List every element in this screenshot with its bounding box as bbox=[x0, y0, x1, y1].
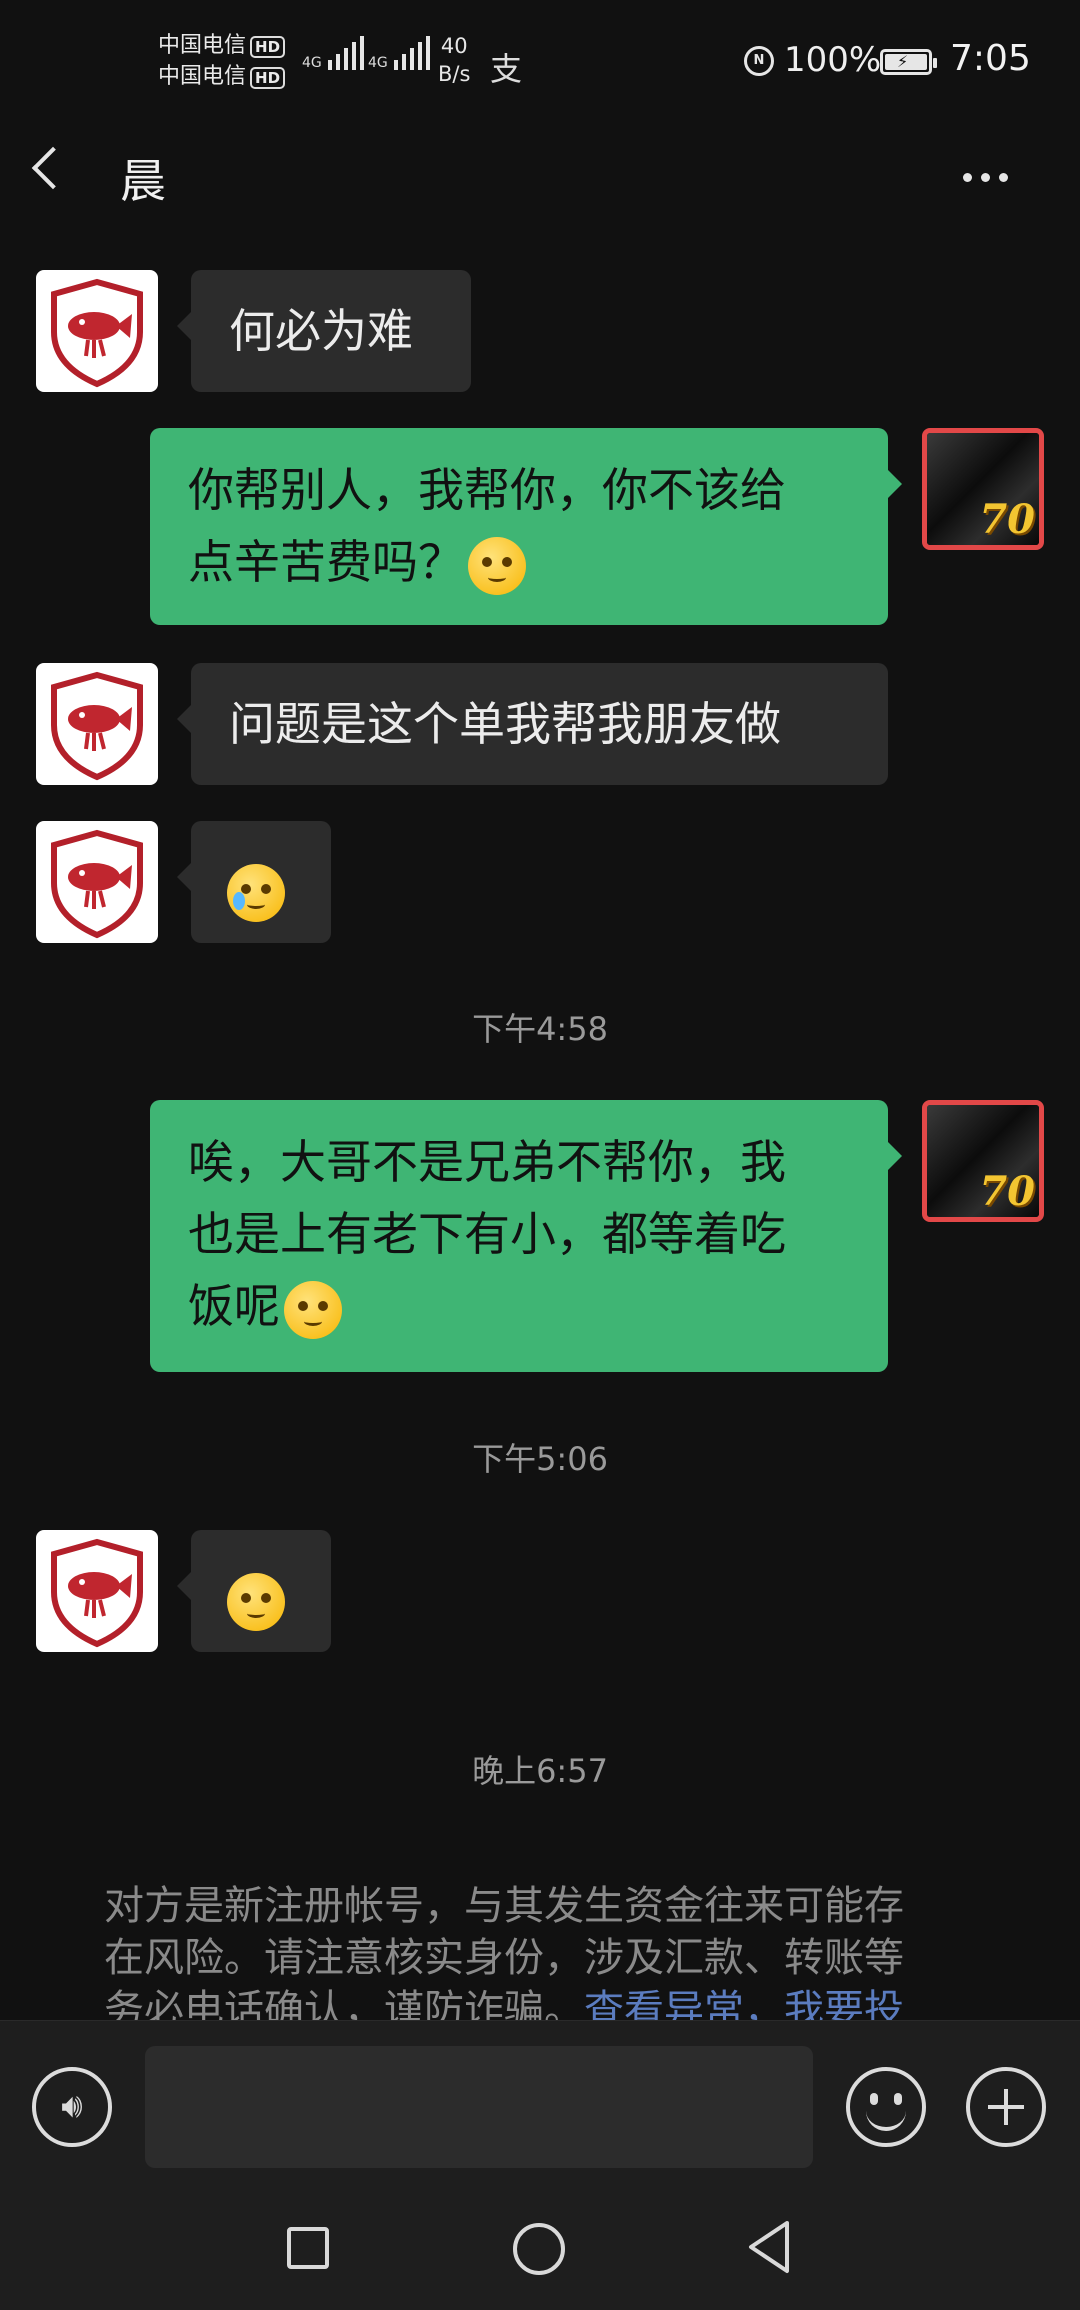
message-bubble-sent[interactable]: 你帮别人，我帮你，你不该给 点辛苦费吗？ bbox=[150, 428, 902, 625]
message-bubble-received[interactable] bbox=[177, 821, 331, 943]
shield-fish-logo-icon bbox=[51, 829, 143, 939]
carrier-info: 中国电信 HD 中国电信 HD bbox=[158, 30, 286, 92]
message-text: 问题是这个单我帮我朋友做 bbox=[229, 697, 781, 751]
battery-charging-icon: ⚡ bbox=[880, 49, 937, 75]
message-input[interactable] bbox=[145, 2046, 813, 2168]
message-text-line-3: 饭呢 bbox=[188, 1279, 280, 1333]
timestamp: 下午4:58 bbox=[472, 1010, 608, 1048]
message-text-line-1: 唉，大哥不是兄弟不帮你，我 bbox=[188, 1135, 786, 1189]
signal-strength-icon-1: 4G bbox=[302, 36, 364, 70]
signal-strength-icon-2: 4G bbox=[368, 36, 430, 70]
contact-avatar[interactable] bbox=[36, 270, 158, 392]
contact-avatar[interactable] bbox=[36, 663, 158, 785]
contact-avatar[interactable] bbox=[36, 1530, 158, 1652]
nav-back-icon[interactable] bbox=[745, 2219, 793, 2275]
nfc-icon: N bbox=[744, 46, 774, 76]
network-type-1: 4G bbox=[302, 55, 322, 71]
link-separator: ， bbox=[744, 1987, 784, 2020]
voice-input-icon[interactable]: 🔊︎ bbox=[32, 2067, 112, 2147]
message-bubble-received[interactable]: 问题是这个单我帮我朋友做 bbox=[177, 663, 888, 785]
network-speed-unit: B/s bbox=[438, 62, 471, 86]
network-speed: 40 B/s bbox=[438, 32, 470, 88]
timestamp: 下午5:06 bbox=[472, 1440, 608, 1478]
shield-fish-logo-icon bbox=[51, 278, 143, 388]
notice-line-2: 在风险。请注意核实身份，涉及汇款、转账等 bbox=[104, 1935, 904, 1981]
loudly-crying-face-emoji-icon bbox=[227, 863, 285, 922]
battery-percent: 100% bbox=[784, 40, 882, 80]
status-time: 7:05 bbox=[950, 38, 1031, 79]
more-options-icon[interactable] bbox=[963, 173, 1008, 182]
recent-apps-icon[interactable] bbox=[287, 2227, 329, 2269]
report-link[interactable]: 我要投 bbox=[784, 1987, 904, 2020]
alipay-icon: 支 bbox=[490, 50, 523, 88]
carrier-1: 中国电信 bbox=[158, 33, 247, 58]
unamused-sweat-face-emoji-icon bbox=[227, 1572, 285, 1631]
home-icon[interactable] bbox=[513, 2223, 565, 2275]
my-avatar[interactable]: 70 bbox=[922, 428, 1044, 550]
pleading-face-emoji-icon bbox=[468, 536, 526, 595]
view-anomaly-link[interactable]: 查看异常 bbox=[584, 1987, 744, 2020]
more-actions-plus-icon[interactable] bbox=[966, 2067, 1046, 2147]
message-text-line-2: 也是上有老下有小，都等着吃 bbox=[188, 1207, 786, 1261]
system-nav-bar bbox=[0, 2195, 1080, 2310]
message-text: 何必为难 bbox=[229, 304, 413, 358]
notice-line-3: 务必电话确认，谨防诈骗。 bbox=[104, 1987, 584, 2020]
risk-warning-notice: 对方是新注册帐号，与其发生资金往来可能存 在风险。请注意核实身份，涉及汇款、转账… bbox=[104, 1880, 984, 2020]
message-bubble-received[interactable]: 何必为难 bbox=[177, 270, 471, 392]
avatar-badge-70: 70 bbox=[979, 496, 1035, 543]
message-text-line-1: 你帮别人，我帮你，你不该给 bbox=[188, 463, 786, 517]
input-bar: 🔊︎ bbox=[0, 2020, 1080, 2196]
message-bubble-received[interactable] bbox=[177, 1530, 331, 1652]
hd-badge-2: HD bbox=[250, 67, 286, 89]
timestamp: 晚上6:57 bbox=[472, 1752, 608, 1790]
hd-badge-1: HD bbox=[250, 36, 286, 58]
back-arrow-icon[interactable] bbox=[31, 146, 75, 190]
message-text-line-2: 点辛苦费吗？ bbox=[188, 535, 464, 589]
carrier-2: 中国电信 bbox=[158, 64, 247, 89]
network-speed-value: 40 bbox=[440, 34, 468, 58]
notice-line-1: 对方是新注册帐号，与其发生资金往来可能存 bbox=[104, 1883, 904, 1929]
chat-header: 晨 bbox=[0, 125, 1080, 225]
shield-fish-logo-icon bbox=[51, 1538, 143, 1648]
my-avatar[interactable]: 70 bbox=[922, 1100, 1044, 1222]
avatar-badge-70: 70 bbox=[979, 1168, 1035, 1215]
message-bubble-sent[interactable]: 唉，大哥不是兄弟不帮你，我 也是上有老下有小，都等着吃 饭呢 bbox=[150, 1100, 902, 1372]
emoji-picker-icon[interactable] bbox=[846, 2067, 926, 2147]
contact-avatar[interactable] bbox=[36, 821, 158, 943]
chat-title: 晨 bbox=[120, 154, 166, 208]
sleepy-face-emoji-icon bbox=[284, 1280, 342, 1339]
shield-fish-logo-icon bbox=[51, 671, 143, 781]
status-bar: 中国电信 HD 中国电信 HD 4G 4G 40 B/s 支 N 100% ⚡ 7:… bbox=[0, 0, 1080, 125]
network-type-2: 4G bbox=[368, 55, 388, 71]
